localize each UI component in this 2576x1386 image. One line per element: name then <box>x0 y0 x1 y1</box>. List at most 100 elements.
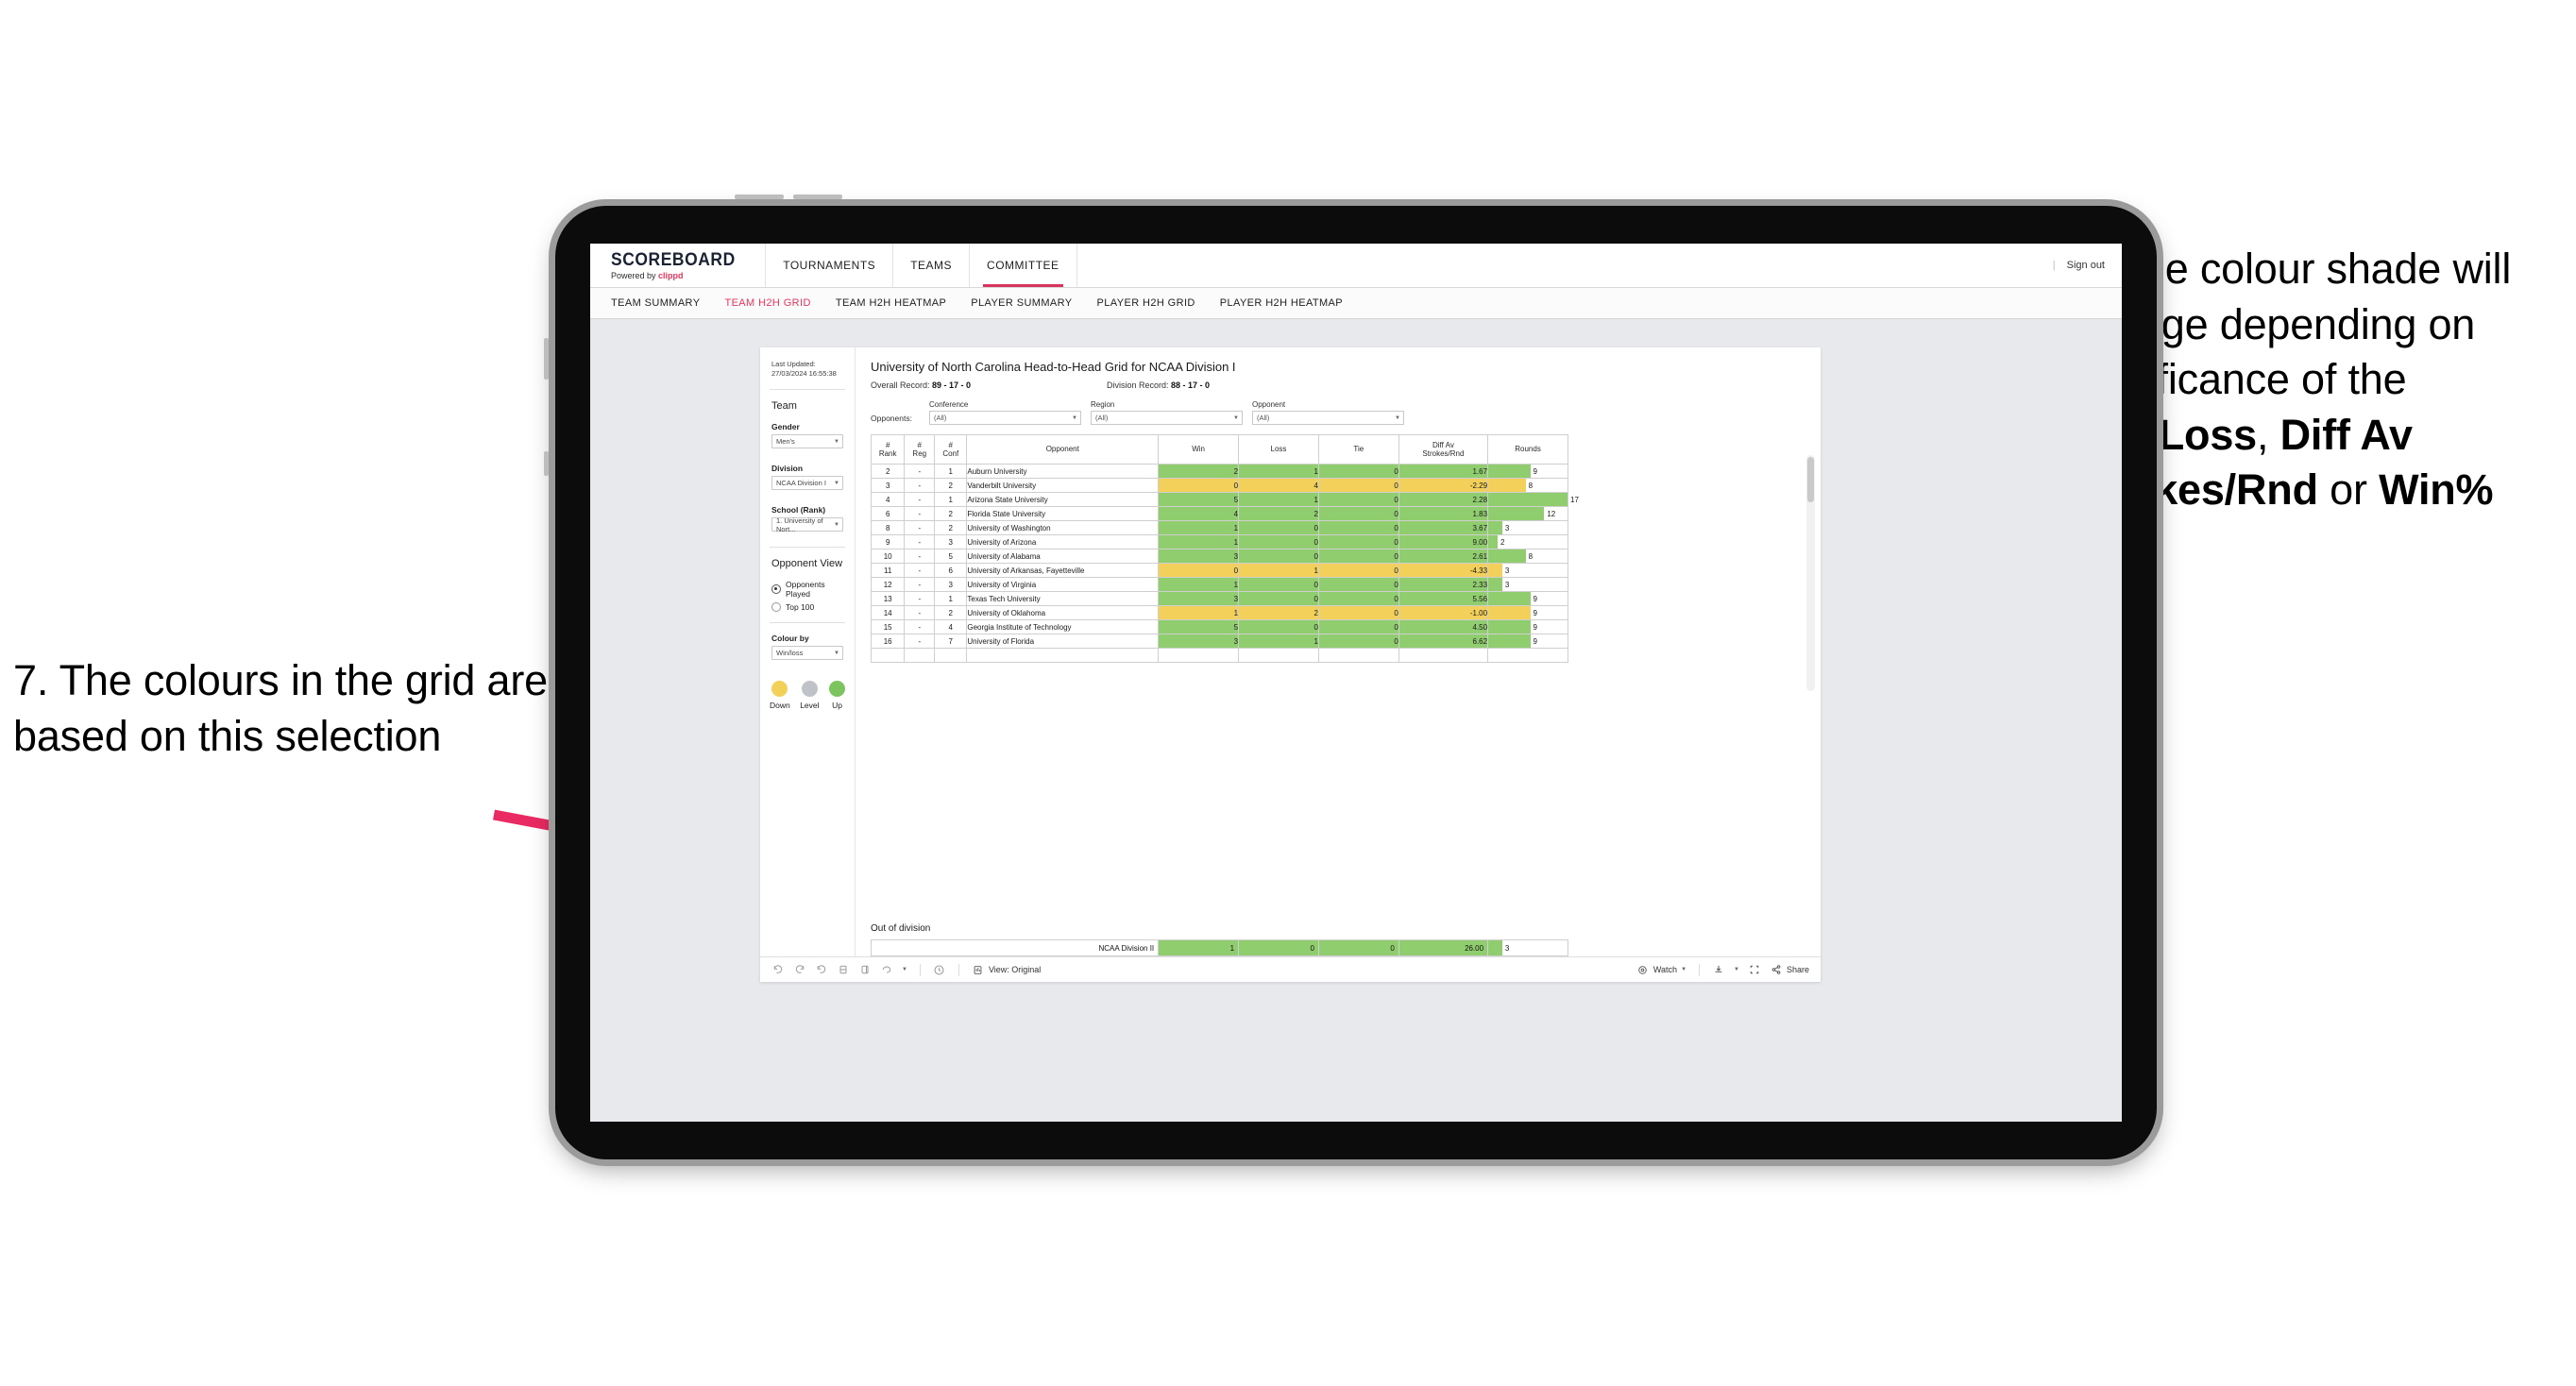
out-of-division-row[interactable]: NCAA Division II 1 0 0 26.00 3 <box>870 939 1568 956</box>
cell-opponent: Florida State University <box>966 506 1160 521</box>
division-record: Division Record: 88 - 17 - 0 <box>1107 380 1210 390</box>
brand-logo[interactable]: SCOREBOARD Powered by clippd <box>590 244 767 287</box>
signout-link[interactable]: Sign out <box>2067 260 2105 271</box>
undo-icon[interactable] <box>771 963 785 976</box>
division-select[interactable]: NCAA Division I ▼ <box>771 476 843 491</box>
cell-diff: -2.29 <box>1398 478 1489 493</box>
cell-win: 1 <box>1158 605 1240 620</box>
redo-icon[interactable] <box>793 963 806 976</box>
table-row[interactable]: 13-1 Texas Tech University 3 0 0 5.56 9 <box>870 591 1568 606</box>
refresh-data-icon[interactable] <box>880 963 893 976</box>
volume-down-button[interactable] <box>793 194 842 199</box>
refresh-icon[interactable] <box>837 963 850 976</box>
subnav-player-summary[interactable]: PLAYER SUMMARY <box>971 297 1072 309</box>
table-row[interactable]: 12-3 University of Virginia 1 0 0 2.33 3 <box>870 577 1568 592</box>
table-row[interactable]: 4-1 Arizona State University 5 1 0 2.28 17 <box>870 492 1579 507</box>
cell-win: 1 <box>1158 534 1240 549</box>
cell-reg: - <box>904 506 936 521</box>
subnav-team-summary[interactable]: TEAM SUMMARY <box>611 297 700 309</box>
table-row[interactable]: 8-2 University of Washington 1 0 0 3.67 3 <box>870 520 1568 535</box>
chevron-down-icon: ▼ <box>834 438 839 445</box>
fullscreen-icon[interactable] <box>1748 963 1761 976</box>
column-header-5[interactable]: Loss <box>1238 434 1319 465</box>
cell-tie: 0 <box>1317 464 1399 479</box>
cell-rank: 3 <box>870 478 906 493</box>
subnav-player-h2h-grid[interactable]: PLAYER H2H GRID <box>1097 297 1195 309</box>
watch-button[interactable]: Watch ▼ <box>1636 963 1686 976</box>
nav-teams[interactable]: TEAMS <box>893 244 971 287</box>
division-record-value: 88 - 17 - 0 <box>1171 380 1211 390</box>
volume-up-button[interactable] <box>735 194 784 199</box>
clock-icon[interactable] <box>933 963 946 976</box>
cell-tie: 0 <box>1317 478 1399 493</box>
table-row[interactable]: 15-4 Georgia Institute of Technology 5 0 0 4.… <box>870 619 1568 634</box>
radio-top-100[interactable]: Top 100 <box>771 602 843 613</box>
power-button[interactable] <box>544 338 549 380</box>
scrollbar-thumb[interactable] <box>1807 457 1814 502</box>
subnav-player-h2h-heatmap[interactable]: PLAYER H2H HEATMAP <box>1220 297 1343 309</box>
chevron-down-icon[interactable]: ▼ <box>902 967 907 972</box>
cell-rank: 12 <box>870 577 906 592</box>
table-row[interactable]: 3-2 Vanderbilt University 0 4 0 -2.29 8 <box>870 478 1568 493</box>
rounds-value: 3 <box>1504 523 1510 532</box>
cell-rounds: 9 <box>1487 605 1568 620</box>
column-header-4[interactable]: Win <box>1158 434 1240 465</box>
column-header-1[interactable]: # Reg <box>904 434 936 465</box>
table-row[interactable]: 9-3 University of Arizona 1 0 0 9.00 2 <box>870 534 1568 549</box>
cell-diff: 3.67 <box>1398 520 1489 535</box>
nav-divider: | <box>2052 260 2056 271</box>
school-select[interactable]: 1. University of Nort... ▼ <box>771 516 843 533</box>
cell-loss: 0 <box>1238 619 1319 634</box>
watch-icon <box>1636 963 1650 976</box>
cell-win: 3 <box>1158 549 1240 564</box>
sidebar-divider-2 <box>770 547 845 549</box>
table-row[interactable]: 10-5 University of Alabama 3 0 0 2.61 8 <box>870 549 1568 564</box>
colour-by-select[interactable]: Win/loss ▼ <box>771 646 843 661</box>
table-row[interactable]: 2-1 Auburn University 2 1 0 1.67 9 <box>870 464 1568 479</box>
view-original-button[interactable]: View: Original <box>972 963 1041 976</box>
subnav-team-h2h-grid[interactable]: TEAM H2H GRID <box>724 297 810 309</box>
cell-win: 5 <box>1158 619 1240 634</box>
filter-opponent-select[interactable]: (All) ▼ <box>1252 411 1404 425</box>
toolbar-separator <box>1699 963 1701 976</box>
opponent-view-heading: Opponent View <box>771 558 843 570</box>
cell-rank: 6 <box>870 506 906 521</box>
cell-conf: 2 <box>934 506 968 521</box>
gender-select[interactable]: Men's ▼ <box>771 434 843 449</box>
column-header-8[interactable]: Rounds <box>1487 434 1568 465</box>
cell-conf: 4 <box>934 619 968 634</box>
download-icon[interactable] <box>1712 963 1725 976</box>
chevron-down-icon: ▼ <box>1233 414 1239 421</box>
table-row[interactable]: 6-2 Florida State University 4 2 0 1.83 12 <box>870 506 1568 521</box>
legend-label: Up <box>832 701 842 711</box>
filter-conference-select[interactable]: (All) ▼ <box>929 411 1081 425</box>
pause-icon[interactable] <box>858 963 872 976</box>
colour-by-value: Win/loss <box>776 649 804 658</box>
revert-icon[interactable] <box>815 963 828 976</box>
filter-opponent-value: (All) <box>1257 414 1270 422</box>
subnav-team-h2h-heatmap[interactable]: TEAM H2H HEATMAP <box>836 297 946 309</box>
rounds-bar <box>1488 549 1526 563</box>
table-vertical-scrollbar[interactable] <box>1806 455 1815 691</box>
filter-region-select[interactable]: (All) ▼ <box>1091 411 1243 425</box>
table-row[interactable]: 16-7 University of Florida 3 1 0 6.62 9 <box>870 634 1568 649</box>
watch-label: Watch <box>1652 965 1678 974</box>
nav-committee[interactable]: COMMITTEE <box>970 244 1077 287</box>
column-header-3[interactable]: Opponent <box>966 434 1160 465</box>
nav-tournaments[interactable]: TOURNAMENTS <box>766 244 894 287</box>
column-header-6[interactable]: Tie <box>1317 434 1399 465</box>
division-record-label: Division Record: <box>1107 380 1172 390</box>
cell-diff: 2.33 <box>1398 577 1489 592</box>
header-line: Diff Av <box>1432 440 1454 449</box>
table-row[interactable]: 14-2 University of Oklahoma 1 2 0 -1.00 9 <box>870 605 1568 620</box>
share-button[interactable]: Share <box>1770 963 1809 976</box>
cell-rounds: 17 <box>1487 492 1579 507</box>
radio-opponents-played[interactable]: Opponents Played <box>771 580 843 599</box>
column-header-7[interactable]: Diff Av Strokes/Rnd <box>1398 434 1489 465</box>
column-header-0[interactable]: # Rank <box>870 434 906 465</box>
column-header-2[interactable]: # Conf <box>934 434 968 465</box>
team-section-heading: Team <box>771 400 797 413</box>
table-row[interactable]: 11-6 University of Arkansas, Fayetteville… <box>870 563 1568 578</box>
chevron-down-icon[interactable]: ▼ <box>1734 967 1739 972</box>
out-of-division-table: NCAA Division II 1 0 0 26.00 3 <box>870 939 1568 956</box>
